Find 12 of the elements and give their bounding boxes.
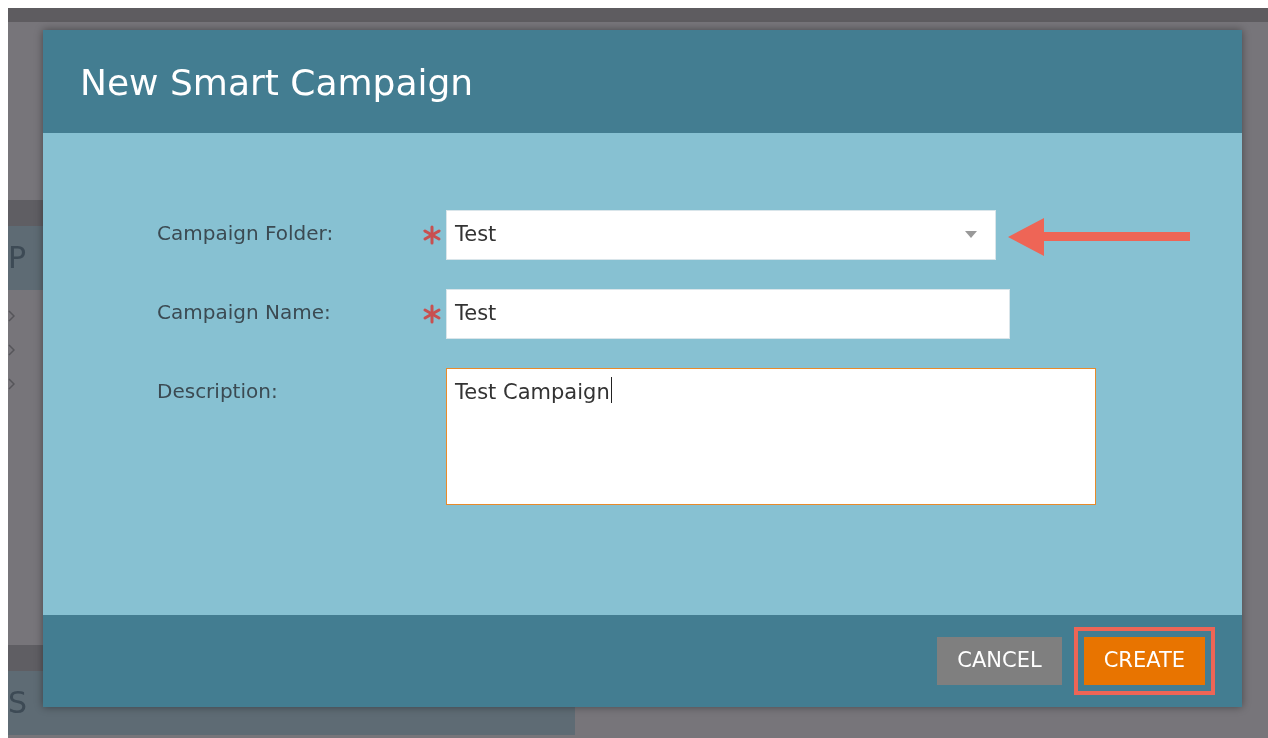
dropdown-field[interactable]: Test bbox=[446, 210, 996, 260]
dialog-title: New Smart Campaign bbox=[80, 62, 474, 103]
chevron-icon bbox=[8, 310, 15, 322]
field-label: Description: bbox=[157, 379, 278, 403]
text-area[interactable]: Test Campaign bbox=[446, 368, 1096, 505]
cancel-button[interactable]: CANCEL bbox=[937, 637, 1062, 685]
chevron-icon bbox=[8, 344, 15, 356]
chevron-icon bbox=[8, 378, 15, 390]
input-field[interactable]: Test bbox=[446, 289, 1010, 339]
field-label: Campaign Name: bbox=[157, 300, 331, 324]
caret-icon bbox=[965, 231, 977, 239]
field-label: Campaign Folder: bbox=[157, 221, 334, 245]
